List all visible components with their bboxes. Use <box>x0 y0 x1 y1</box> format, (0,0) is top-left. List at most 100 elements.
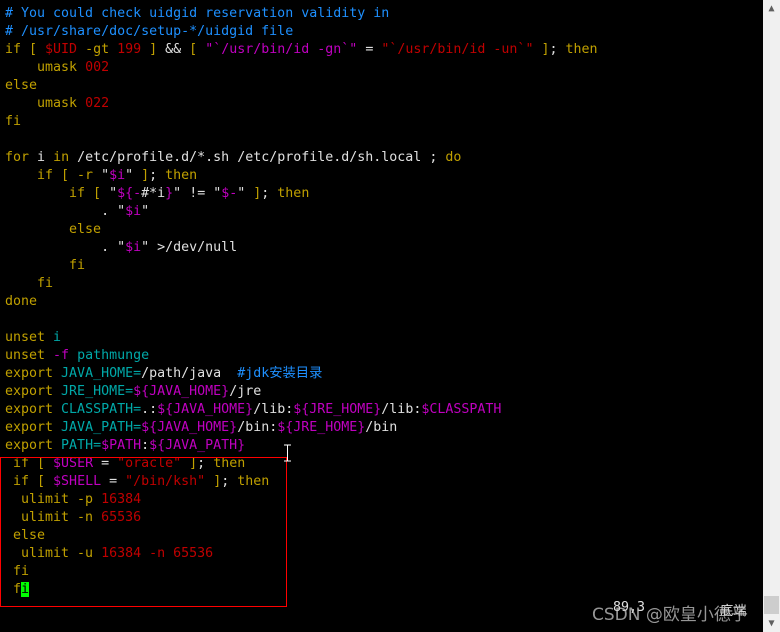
code-token: export <box>5 384 62 399</box>
code-line: export JAVA_HOME=/path/java #jdk安装目录 <box>5 365 760 383</box>
code-token: fi <box>5 276 54 291</box>
code-token: 199 <box>117 42 142 57</box>
scroll-up-icon[interactable]: ▲ <box>763 0 780 17</box>
code-token: fi <box>5 114 22 129</box>
code-token: JAVA_PATH= <box>61 420 142 435</box>
code-token: = <box>357 42 382 57</box>
code-line: fi <box>5 113 760 131</box>
code-token: " <box>117 204 126 219</box>
code-token: #jdk安装目录 <box>237 366 323 381</box>
code-token: /lib: <box>253 402 294 417</box>
code-token: for <box>5 150 30 165</box>
code-token: if [ <box>5 42 46 57</box>
code-token: export <box>5 366 62 381</box>
code-token: export <box>5 402 62 417</box>
code-token: .: <box>141 402 158 417</box>
code-token: $UID <box>45 42 78 57</box>
code-token: i <box>29 150 54 165</box>
code-line: fi <box>5 257 760 275</box>
code-token: . " <box>5 240 126 255</box>
code-line: export PATH=$PATH:${JAVA_PATH} <box>5 437 760 455</box>
code-token: unset <box>5 348 54 363</box>
code-token: do <box>445 150 462 165</box>
code-token: " <box>141 204 150 219</box>
code-line: . "$i" <box>5 203 760 221</box>
code-token: export <box>5 420 62 435</box>
code-line: # /usr/share/doc/setup-*/uidgid file <box>5 23 760 41</box>
code-token: then <box>277 186 310 201</box>
scroll-thumb[interactable] <box>764 596 779 614</box>
code-token: # You could check uidgid reservation val… <box>5 6 390 21</box>
code-token: if [ <box>5 186 110 201</box>
code-line: # You could check uidgid reservation val… <box>5 5 760 23</box>
watermark: CSDN @欧皇小德子 <box>592 605 748 625</box>
code-token: umask <box>5 60 86 75</box>
code-token: -f <box>53 348 70 363</box>
code-token: /jre <box>229 384 262 399</box>
code-token: export <box>5 438 62 453</box>
code-token: "`/usr/bin/id -un`" <box>381 42 534 57</box>
code-token: else <box>5 222 102 237</box>
code-token: /bin <box>365 420 398 435</box>
code-token: $CLASSPATH <box>421 402 502 417</box>
code-line: else <box>5 77 760 95</box>
code-token: JAVA_HOME= <box>61 366 142 381</box>
code-token: $i <box>125 204 142 219</box>
code-line: umask 022 <box>5 95 760 113</box>
code-token: $i <box>109 168 126 183</box>
code-line: . "$i" >/dev/null <box>5 239 760 257</box>
code-token: ${JRE_HOME} <box>277 420 366 435</box>
code-token: && <box>165 42 182 57</box>
code-line: done <box>5 293 760 311</box>
highlight-box <box>0 457 287 607</box>
code-line: else <box>5 221 760 239</box>
code-token: " <box>109 186 118 201</box>
code-line: if [ $UID -gt 199 ] && [ "`/usr/bin/id -… <box>5 41 760 59</box>
code-token: "`/usr/bin/id -gn`" <box>205 42 358 57</box>
code-token: } <box>165 186 174 201</box>
code-token: /lib: <box>381 402 422 417</box>
scrollbar[interactable]: ▲ ▼ <box>763 0 780 632</box>
code-token: unset <box>5 330 46 345</box>
code-token: $- <box>221 186 238 201</box>
code-token: ] <box>133 168 150 183</box>
code-token: /bin: <box>237 420 278 435</box>
code-token: ${JRE_HOME} <box>293 402 382 417</box>
code-token: $PATH <box>101 438 142 453</box>
code-token: then <box>565 42 598 57</box>
code-line: unset i <box>5 329 760 347</box>
code-line: umask 002 <box>5 59 760 77</box>
code-token: i <box>45 330 62 345</box>
code-token: ${JAVA_HOME} <box>141 420 238 435</box>
code-token: else <box>5 78 38 93</box>
code-token: " <box>173 186 182 201</box>
code-token: then <box>165 168 198 183</box>
code-token: ${JAVA_PATH} <box>149 438 246 453</box>
scroll-down-icon[interactable]: ▼ <box>763 615 780 632</box>
code-token: ${JAVA_HOME} <box>157 402 254 417</box>
code-token: /path/java <box>141 366 238 381</box>
code-token: ; <box>261 186 278 201</box>
code-line: if [ -r "$i" ]; then <box>5 167 760 185</box>
code-token: [ <box>181 42 206 57</box>
code-line: export JAVA_PATH=${JAVA_HOME}/bin:${JRE_… <box>5 419 760 437</box>
code-token: 022 <box>85 96 110 111</box>
code-token: != <box>181 186 214 201</box>
code-line: fi <box>5 275 760 293</box>
code-token: ${- <box>117 186 142 201</box>
code-token: " <box>125 168 134 183</box>
code-token: ] <box>245 186 262 201</box>
text-cursor-ibeam-icon <box>284 444 291 462</box>
code-token: pathmunge <box>69 348 150 363</box>
code-line: unset -f pathmunge <box>5 347 760 365</box>
code-token: CLASSPATH= <box>61 402 142 417</box>
code-line: for i in /etc/profile.d/*.sh /etc/profil… <box>5 149 760 167</box>
code-token: ] <box>141 42 166 57</box>
code-token: if [ -r <box>5 168 102 183</box>
code-token: : <box>141 438 150 453</box>
code-token: " <box>101 168 110 183</box>
code-line: export JRE_HOME=${JAVA_HOME}/jre <box>5 383 760 401</box>
code-token: umask <box>5 96 86 111</box>
